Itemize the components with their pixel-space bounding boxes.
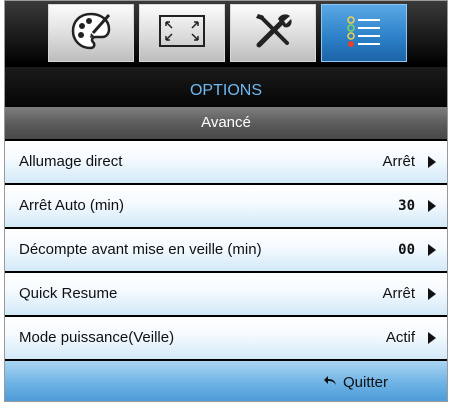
right-arrow-icon[interactable] xyxy=(428,156,436,168)
item-decompte-veille[interactable]: Décompte avant mise en veille (min) 00 xyxy=(5,229,447,271)
osd-menu: OPTIONS Avancé Allumage direct Arrêt Arr… xyxy=(4,0,448,402)
right-arrow-icon[interactable] xyxy=(428,288,436,300)
item-label: Mode puissance(Veille) xyxy=(19,329,175,346)
item-quick-resume[interactable]: Quick Resume Arrêt xyxy=(5,273,447,315)
right-arrow-icon[interactable] xyxy=(428,332,436,344)
palette-icon xyxy=(69,9,113,58)
tab-options[interactable] xyxy=(321,4,407,62)
tab-image[interactable] xyxy=(48,4,134,62)
item-allumage-direct[interactable]: Allumage direct Arrêt xyxy=(5,141,447,183)
options-list: Allumage direct Arrêt Arrêt Auto (min) 3… xyxy=(5,141,447,361)
footer-bar: Quitter xyxy=(5,361,447,401)
return-arrow-icon xyxy=(323,374,337,391)
item-label: Arrêt Auto (min) xyxy=(19,197,125,214)
item-value: Arrêt xyxy=(382,153,415,170)
menu-subtitle: Avancé xyxy=(5,107,447,139)
item-value: Actif xyxy=(385,329,415,346)
item-value: 30 xyxy=(398,198,415,214)
right-arrow-icon[interactable] xyxy=(428,200,436,212)
item-mode-puissance[interactable]: Mode puissance(Veille) Actif xyxy=(5,317,447,359)
display-frame-icon xyxy=(157,13,207,54)
right-arrow-icon[interactable] xyxy=(428,244,436,256)
item-value: 00 xyxy=(398,242,415,258)
item-label: Quick Resume xyxy=(19,285,118,302)
tab-bar xyxy=(5,1,447,65)
item-label: Décompte avant mise en veille (min) xyxy=(19,241,262,258)
tab-setup[interactable] xyxy=(230,4,316,62)
quit-button[interactable]: Quitter xyxy=(323,371,388,393)
options-list-icon xyxy=(342,11,386,56)
item-arret-auto[interactable]: Arrêt Auto (min) 30 xyxy=(5,185,447,227)
item-value: Arrêt xyxy=(382,285,415,302)
quit-label: Quitter xyxy=(343,373,389,391)
tools-icon xyxy=(251,9,295,58)
tab-display[interactable] xyxy=(139,4,225,62)
menu-title: OPTIONS xyxy=(5,67,447,107)
item-label: Allumage direct xyxy=(19,153,123,170)
